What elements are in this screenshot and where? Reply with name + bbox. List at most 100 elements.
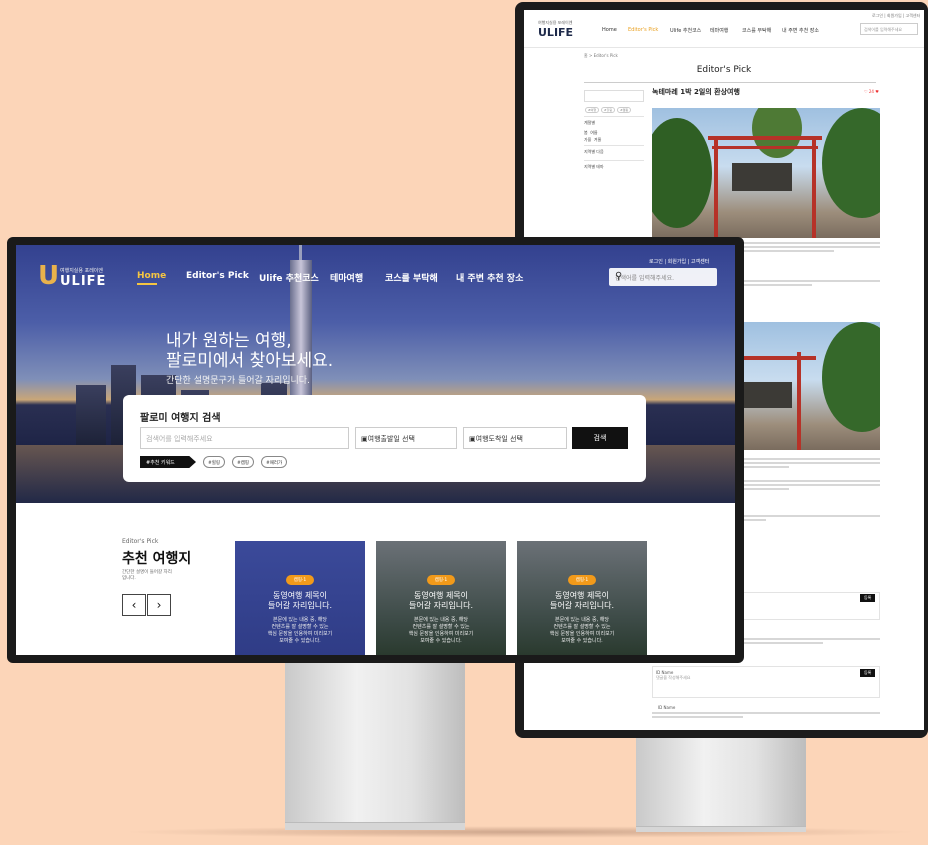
keyword-chip[interactable]: #캠핑 [232, 456, 255, 468]
back-comment-body [652, 712, 880, 720]
back-nav-course-request[interactable]: 코스를 부탁해 [742, 27, 771, 34]
search-panel: 팔로미 여행지 검색 검색어를 입력해주세요 ▣여행출발일 선택 ▣여행도착일 … [123, 395, 646, 482]
back-post-photo [652, 108, 880, 238]
card-title: 동영여행 제목이 들어갈 자리입니다. [268, 591, 332, 610]
nav-editors-pick[interactable]: Editor's Pick [186, 271, 249, 281]
back-reply-submit[interactable]: 등록 [860, 669, 876, 677]
keyword-chip[interactable]: #힐링 [203, 456, 226, 468]
search-panel-title: 팔로미 여행지 검색 [140, 413, 221, 424]
gate-beam [708, 136, 822, 140]
keyword-chip[interactable]: #패러가 [261, 456, 288, 468]
keywords-label: #추천 키워드 [140, 456, 196, 468]
back-filter-sidebar: #여행 #힐링 #캠핑 계절별 봄 여름 가을 겨울 지역별 다음 지역별 테마 [584, 90, 644, 180]
back-comment-text: 댓글을 작성해주세요 [656, 675, 691, 680]
back-monitor-stand [636, 738, 806, 830]
back-reply-box[interactable]: ID Name 댓글을 작성해주세요 [652, 666, 880, 698]
back-season-option[interactable]: 여름 [590, 130, 597, 135]
building-shape [76, 385, 106, 445]
back-util-links[interactable]: 로그인 | 회원가입 | 고객센터 [872, 13, 920, 19]
back-breadcrumb: 홈 > Editor's Pick [584, 53, 618, 58]
prev-arrow-icon[interactable]: ‹ [122, 594, 146, 616]
back-post-title: 녹테마레 1박 2일의 환상여행 [652, 88, 740, 96]
hero-banner: U 여행지실용 포레이엔 ULIFE Home Editor's Pick Ul… [16, 245, 735, 503]
back-season-option[interactable]: 봄 [584, 130, 588, 135]
card-title: 동영여행 제목이 들어갈 자리입니다. [550, 591, 614, 610]
gate-post [812, 138, 816, 238]
back-like-count[interactable]: ♡ 24 ♥ [864, 89, 879, 94]
back-nav-editors-pick[interactable]: Editor's Pick [628, 27, 658, 33]
hero-subtitle: 간단한 설명문구가 들어갈 자리입니다. [166, 376, 310, 386]
back-season-options: 봄 여름 가을 겨울 [584, 129, 644, 143]
nav-active-indicator [137, 283, 157, 285]
gate-post [714, 138, 718, 238]
destination-search-input[interactable]: 검색어를 입력해주세요 [140, 427, 349, 449]
back-filter-tag[interactable]: #힐링 [601, 107, 616, 113]
nav-theme-travel[interactable]: 테마여행 [330, 271, 363, 284]
util-links[interactable]: 로그인 | 회원가입 | 고객센터 [649, 258, 709, 265]
nav-course-request[interactable]: 코스를 부탁해 [385, 271, 438, 284]
calendar-icon: ▣ [361, 435, 368, 443]
arrive-date-label: 여행도착일 선택 [475, 435, 523, 443]
nav-ulife-course[interactable]: Ulife 추천코스 [259, 271, 319, 284]
header-search[interactable]: 검색어를 입력해주세요. ⚲ [609, 268, 717, 286]
next-arrow-icon[interactable]: › [147, 594, 171, 616]
back-monitor-foot [636, 826, 806, 832]
depart-date-select[interactable]: ▣여행출발일 선택 [355, 427, 457, 449]
back-filter-section-theme[interactable]: 지역별 테마 [584, 160, 644, 173]
back-filter-tag[interactable]: #캠핑 [617, 107, 632, 113]
pavilion-shape [732, 163, 792, 191]
back-comment-author: ID Name [658, 705, 676, 710]
back-nav-ulife-course[interactable]: Ulife 추천코스 [670, 27, 701, 34]
back-page-title: Editor's Pick [696, 65, 752, 75]
calendar-icon: ▣ [469, 435, 476, 443]
tree-shape [652, 118, 712, 228]
recommend-card[interactable]: 캠핑·1 동영여행 제목이 들어갈 자리입니다. 본문에 있는 내용 중, 해당… [376, 541, 506, 655]
search-button[interactable]: 검색 [572, 427, 628, 449]
gate-beam [712, 146, 818, 149]
arrive-date-select[interactable]: ▣여행도착일 선택 [463, 427, 567, 449]
nav-nearby-places[interactable]: 내 주변 추천 장소 [456, 271, 523, 284]
search-icon[interactable]: ⚲ [615, 271, 711, 282]
front-monitor-stand [285, 662, 465, 826]
back-nav-theme[interactable]: 테마여행 [710, 27, 728, 34]
back-comment-submit[interactable]: 등록 [860, 594, 876, 602]
back-divider [584, 82, 876, 83]
gate-post [797, 352, 801, 450]
back-logo-name: ULIFE [538, 26, 574, 39]
section-title: 추천 여행지 [122, 551, 192, 567]
front-screen: U 여행지실용 포레이엔 ULIFE Home Editor's Pick Ul… [16, 245, 735, 655]
card-description: 본문에 있는 내용 중, 해당 컨텐츠를 잘 설명할 수 있는 핵심 문장을 인… [408, 617, 474, 644]
back-season-option[interactable]: 가을 [584, 137, 591, 142]
section-eyebrow: Editor's Pick [122, 538, 159, 545]
back-filter-section-season[interactable]: 계절별 [584, 116, 644, 129]
back-filter-search[interactable] [584, 90, 644, 102]
card-description: 본문에 있는 내용 중, 해당 컨텐츠를 잘 설명할 수 있는 핵심 문장을 인… [549, 617, 615, 644]
pavilion-shape [742, 382, 792, 408]
tree-shape [752, 108, 802, 158]
front-monitor-foot [285, 822, 465, 830]
card-description: 본문에 있는 내용 중, 해당 컨텐츠를 잘 설명할 수 있는 핵심 문장을 인… [267, 617, 333, 644]
back-filter-tag[interactable]: #여행 [585, 107, 600, 113]
recommend-card[interactable]: 캠핑·1 동영여행 제목이 들어갈 자리입니다. 본문에 있는 내용 중, 해당… [517, 541, 647, 655]
back-header: 여행지실용 포레이엔 ULIFE 로그인 | 회원가입 | 고객센터 Home E… [524, 10, 924, 48]
front-monitor: U 여행지실용 포레이엔 ULIFE Home Editor's Pick Ul… [7, 237, 744, 663]
back-nav-home[interactable]: Home [602, 27, 617, 33]
logo-name: ULIFE [60, 274, 107, 289]
section-description: 간단한 설명이 들어갈 자리 입니다. [122, 570, 172, 581]
back-search-input[interactable]: 검색어를 입력해주세요 [860, 23, 918, 35]
card-title: 동영여행 제목이 들어갈 자리입니다. [409, 591, 473, 610]
card-badge: 캠핑·1 [567, 575, 597, 585]
logo-u-mark: U [38, 261, 60, 291]
depart-date-label: 여행출발일 선택 [367, 435, 415, 443]
back-season-option[interactable]: 겨울 [594, 137, 601, 142]
nav-home[interactable]: Home [137, 271, 166, 281]
recommend-card[interactable]: 캠핑·1 동영여행 제목이 들어갈 자리입니다. 본문에 있는 내용 중, 해당… [235, 541, 365, 655]
tree-shape [822, 322, 880, 432]
card-badge: 캠핑·1 [285, 575, 315, 585]
back-logo[interactable]: 여행지실용 포레이엔 ULIFE [538, 20, 573, 39]
hero-title: 내가 원하는 여행, 팔로미에서 찾아보세요. [166, 331, 334, 371]
back-nav-nearby[interactable]: 내 주변 추천 장소 [782, 27, 819, 34]
card-badge: 캠핑·1 [426, 575, 456, 585]
tree-shape [822, 108, 880, 218]
back-filter-section-region[interactable]: 지역별 다음 [584, 145, 644, 158]
